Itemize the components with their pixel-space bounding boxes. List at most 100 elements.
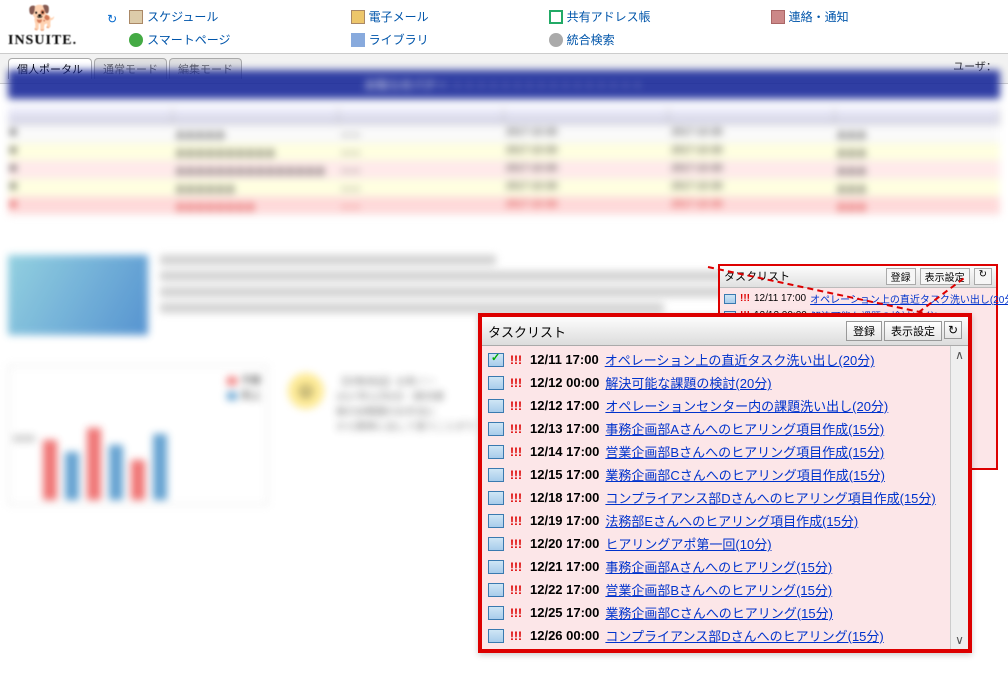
task-row: !!! 12/26 00:00 コンプライアンス部Dさんへのヒアリング(15分) — [486, 624, 946, 647]
nav-search[interactable]: 統合検索 — [549, 31, 651, 48]
task-datetime: 12/18 17:00 — [530, 490, 599, 505]
snippet-line: 【対象商品】お魚ソー — [336, 373, 476, 388]
task-link[interactable]: オペレーション上の直近タスク洗い出し(20分) — [605, 350, 875, 369]
task-link[interactable]: 事務企画部Aさんへのヒアリング項目作成(15分) — [605, 419, 884, 438]
task-row: !!!12/20 17:00 ヒアリングアポ第一回(10分) — [486, 532, 946, 555]
task-row: !!! 12/13 17:00 事務企画部Aさんへのヒアリング項目作成(15分) — [486, 417, 946, 440]
priority-icon: !!! — [510, 514, 524, 528]
priority-icon: !!! — [510, 422, 524, 436]
scroll-up-icon[interactable]: ∧ — [955, 348, 964, 362]
priority-icon: !!! — [510, 583, 524, 597]
refresh-button[interactable]: ↻ — [944, 321, 962, 339]
task-row: !!!12/11 17:00 オペレーション上の直近タスク洗い出し(20分) — [724, 290, 1008, 307]
task-icon — [488, 422, 504, 436]
snippet-line: から簡単に出して使うことがで — [336, 418, 476, 433]
task-row: !!!12/12 17:00 オペレーションセンター内の課題洗い出し(20分) — [486, 394, 946, 417]
mail-icon — [351, 10, 365, 24]
nav-search-label: 統合検索 — [567, 31, 615, 48]
priority-icon: !!! — [510, 629, 524, 643]
task-link[interactable]: 業務企画部Cさんへのヒアリング項目作成(15分) — [605, 465, 885, 484]
task-link[interactable]: 解決可能な課題の検討(20分) — [605, 373, 771, 392]
task-datetime: 12/12 17:00 — [530, 398, 599, 413]
announcement-banner: お知らせバナー ・・・・・・・・・・・・・・・・ — [8, 70, 1000, 99]
priority-icon: !!! — [510, 445, 524, 459]
task-widget-small-refresh-button[interactable]: ↻ — [974, 268, 992, 285]
task-icon — [488, 468, 504, 482]
task-icon — [488, 491, 504, 505]
task-widget-small-display-button[interactable]: 表示設定 — [920, 268, 970, 285]
task-icon — [488, 537, 504, 551]
task-datetime: 12/14 17:00 — [530, 444, 599, 459]
nav-email-label: 電子メール — [369, 8, 429, 25]
refresh-icon[interactable]: ↻ — [107, 12, 117, 26]
task-icon — [488, 445, 504, 459]
nav-smartpage[interactable]: スマートページ — [129, 31, 230, 48]
task-icon — [488, 560, 504, 574]
task-datetime: 12/22 17:00 — [530, 582, 599, 597]
task-row: !!! 12/19 17:00 法務部Eさんへのヒアリング項目作成(15分) — [486, 509, 946, 532]
nav-addressbook-label: 共有アドレス帳 — [567, 8, 651, 25]
logo: 🐕 INSUITE. — [8, 4, 77, 49]
task-link[interactable]: 営業企画部Bさんへのヒアリング項目作成(15分) — [605, 442, 884, 461]
task-link[interactable]: オペレーションセンター内の課題洗い出し(20分) — [605, 396, 888, 415]
scroll-down-icon[interactable]: ∨ — [955, 633, 964, 647]
task-row: !!! 12/22 17:00 営業企画部Bさんへのヒアリング(15分) — [486, 578, 946, 601]
addressbook-icon — [549, 10, 563, 24]
priority-icon: !!! — [510, 606, 524, 620]
task-panel: タスクリスト 登録 表示設定 ↻ !!!12/11 17:00 オペレーション上… — [478, 313, 972, 653]
top-nav: 🐕 INSUITE. ↻ スケジュール スマートページ 電子メール ライブラリ … — [0, 0, 1008, 54]
task-link[interactable]: コンプライアンス部Dさんへのヒアリング項目作成(15分) — [605, 488, 935, 507]
priority-icon: !!! — [510, 353, 524, 367]
nav-smartpage-label: スマートページ — [147, 31, 230, 48]
task-widget-small-register-button[interactable]: 登録 — [886, 268, 916, 285]
task-row: !!! 12/14 17:00 営業企画部Bさんへのヒアリング項目作成(15分) — [486, 440, 946, 463]
task-link[interactable]: 事務企画部Aさんへのヒアリング(15分) — [605, 557, 832, 576]
data-grid: ■あああああーー2017-10-302017-10-30あああ ■あああああああ… — [8, 107, 1000, 215]
library-icon — [351, 33, 365, 47]
nav-schedule[interactable]: スケジュール — [129, 8, 230, 25]
task-datetime: 12/25 17:00 — [530, 605, 599, 620]
search-icon — [549, 33, 563, 47]
task-icon — [488, 514, 504, 528]
task-row: !!! 12/15 17:00 業務企画部Cさんへのヒアリング項目作成(15分) — [486, 463, 946, 486]
news-snippet: ☺ 【対象商品】お魚ソー 2017年11月8日（東京都 娘の幼稚園のお弁当に か… — [280, 365, 484, 505]
task-row: !!! 12/18 17:00 コンプライアンス部Dさんへのヒアリング項目作成(1… — [486, 486, 946, 509]
bar-chart: 予算 売上 6000 — [8, 365, 268, 505]
nav-notifications-label: 連絡・通知 — [789, 8, 849, 25]
nav-schedule-label: スケジュール — [147, 8, 218, 25]
task-datetime: 12/13 17:00 — [530, 421, 599, 436]
task-icon — [488, 399, 504, 413]
task-link[interactable]: 業務企画部Cさんへのヒアリング(15分) — [605, 603, 833, 622]
nav-library[interactable]: ライブラリ — [351, 31, 429, 48]
task-link[interactable]: 法務部Eさんへのヒアリング項目作成(15分) — [605, 511, 858, 530]
task-row: !!!12/21 17:00 事務企画部Aさんへのヒアリング(15分) — [486, 555, 946, 578]
task-datetime: 12/26 00:00 — [530, 628, 599, 643]
smile-icon: ☺ — [288, 373, 324, 409]
task-link[interactable]: 営業企画部Bさんへのヒアリング(15分) — [605, 580, 832, 599]
schedule-icon — [129, 10, 143, 24]
chart-y-tick: 6000 — [13, 434, 35, 445]
task-datetime: 12/11 17:00 — [530, 352, 599, 367]
news-image — [8, 255, 148, 335]
task-icon — [488, 583, 504, 597]
task-link[interactable]: ヒアリングアポ第一回(10分) — [605, 534, 771, 553]
task-datetime: 12/19 17:00 — [530, 513, 599, 528]
nav-notifications[interactable]: 連絡・通知 — [771, 8, 849, 25]
priority-icon: !!! — [510, 491, 524, 505]
scrollbar[interactable]: ∧ ∨ — [950, 346, 968, 649]
display-settings-button[interactable]: 表示設定 — [884, 321, 942, 341]
register-button[interactable]: 登録 — [846, 321, 882, 341]
task-row: !!! 12/11 17:00 オペレーション上の直近タスク洗い出し(20分) — [486, 348, 946, 371]
nav-addressbook[interactable]: 共有アドレス帳 — [549, 8, 651, 25]
nav-library-label: ライブラリ — [369, 31, 429, 48]
task-icon — [488, 376, 504, 390]
task-icon — [724, 294, 736, 304]
logo-text: INSUITE. — [8, 33, 77, 49]
notifications-icon — [771, 10, 785, 24]
task-link[interactable]: コンプライアンス部Dさんへのヒアリング(15分) — [605, 626, 883, 645]
priority-icon: !!! — [510, 468, 524, 482]
nav-email[interactable]: 電子メール — [351, 8, 429, 25]
priority-icon: !!! — [510, 560, 524, 574]
task-list: !!! 12/11 17:00 オペレーション上の直近タスク洗い出し(20分)!!… — [482, 346, 950, 649]
task-datetime: 12/15 17:00 — [530, 467, 599, 482]
